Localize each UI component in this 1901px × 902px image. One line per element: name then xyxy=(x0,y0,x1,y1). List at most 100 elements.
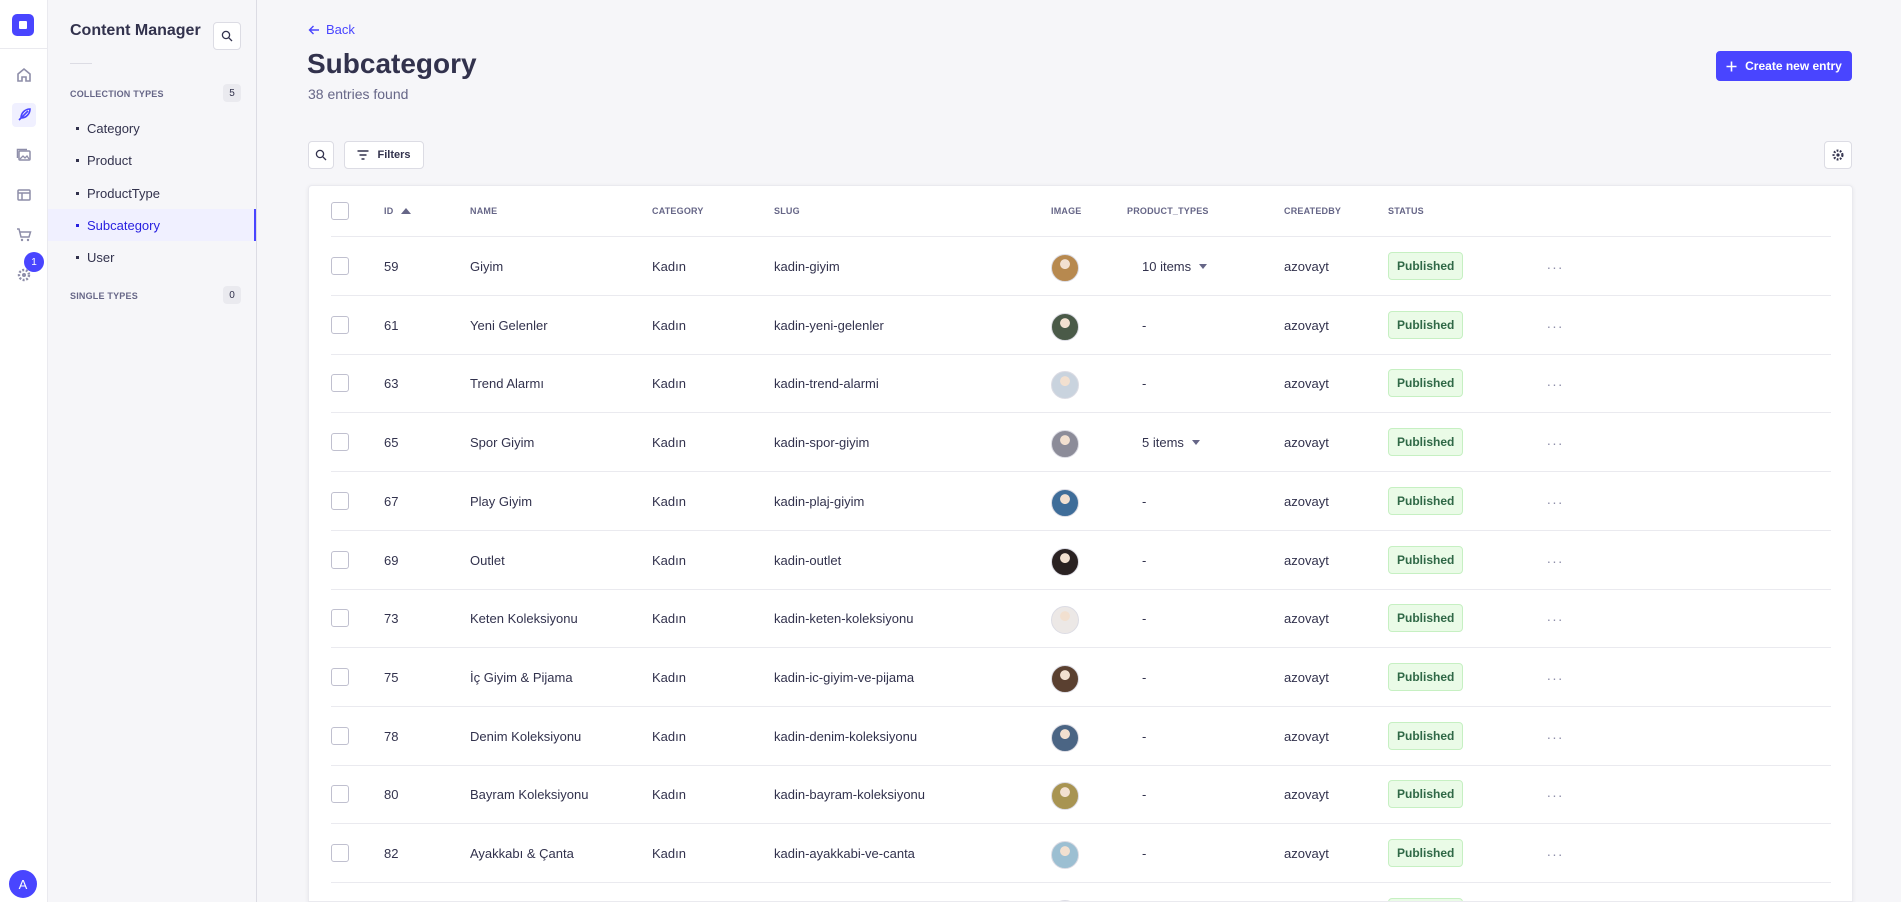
bullet-icon xyxy=(76,223,79,227)
cell-createdby: azovayt xyxy=(1284,845,1329,861)
product-types-dropdown[interactable]: 10 items xyxy=(1142,237,1208,295)
single-types-heading: SINGLE TYPES xyxy=(70,291,138,301)
sidebar-search-button[interactable] xyxy=(213,22,241,50)
column-header-category[interactable]: CATEGORY xyxy=(652,206,704,216)
status-badge: Published xyxy=(1388,311,1464,339)
row-more-actions-button[interactable]: ··· xyxy=(1543,490,1567,514)
table-row[interactable]: 78 Denim Koleksiyonu Kadın kadin-denim-kole… xyxy=(331,707,1831,766)
back-link[interactable]: Back xyxy=(308,22,355,37)
cell-slug: kadin-denim-koleksiyonu xyxy=(774,728,918,744)
column-label: ID xyxy=(384,206,394,216)
home-icon[interactable] xyxy=(12,63,36,87)
row-more-actions-button[interactable]: ··· xyxy=(1543,666,1567,690)
table-row[interactable]: Published xyxy=(331,883,1831,901)
table-row[interactable]: 63 Trend Alarmı Kadın kadin-trend-alarmi - az… xyxy=(331,354,1831,413)
sidebar-item-producttype[interactable]: ProductType xyxy=(48,177,256,209)
user-avatar[interactable]: A xyxy=(9,870,37,898)
sidebar-divider xyxy=(70,63,92,64)
row-more-actions-button[interactable]: ··· xyxy=(1543,372,1567,396)
cell-createdby: azovayt xyxy=(1284,669,1329,685)
column-header-id[interactable]: ID xyxy=(384,206,412,216)
column-header-createdby[interactable]: CREATEDBY xyxy=(1284,206,1341,216)
table-row[interactable]: 80 Bayram Koleksiyonu Kadın kadin-bayram-ko… xyxy=(331,765,1831,824)
status-badge: Published xyxy=(1388,839,1464,867)
cell-product-types: - xyxy=(1142,493,1147,509)
row-more-actions-button[interactable]: ··· xyxy=(1543,607,1567,631)
row-checkbox[interactable] xyxy=(331,785,349,803)
row-more-actions-button[interactable]: ··· xyxy=(1543,431,1567,455)
create-new-entry-button[interactable]: Create new entry xyxy=(1716,51,1852,81)
row-checkbox[interactable] xyxy=(331,668,349,686)
column-label: CREATEDBY xyxy=(1284,206,1342,216)
sidebar-item-subcategory[interactable]: Subcategory xyxy=(48,209,256,241)
column-label: IMAGE xyxy=(1051,206,1082,216)
cell-id: 75 xyxy=(384,669,399,685)
sidebar-item-product[interactable]: Product xyxy=(48,144,256,176)
cell-name: Bayram Koleksiyonu xyxy=(470,786,589,802)
row-more-actions-button[interactable]: ··· xyxy=(1543,314,1567,338)
content-type-builder-icon[interactable] xyxy=(12,183,36,207)
row-more-actions-button[interactable]: ··· xyxy=(1543,783,1567,807)
column-header-product-types: PRODUCT_TYPES xyxy=(1127,206,1209,216)
cell-category: Kadın xyxy=(652,493,686,509)
sidebar-item-user[interactable]: User xyxy=(48,241,256,273)
search-icon xyxy=(221,30,233,42)
cell-name: İç Giyim & Pijama xyxy=(470,669,573,685)
table-row[interactable]: 65 Spor Giyim Kadın kadin-spor-giyim 5 items… xyxy=(331,413,1831,472)
table-row[interactable]: 61 Yeni Gelenler Kadın kadin-yeni-gelenler -… xyxy=(331,296,1831,355)
table-row[interactable]: 75 İç Giyim & Pijama Kadın kadin-ic-giyim-v… xyxy=(331,648,1831,707)
cell-id: 82 xyxy=(384,845,399,861)
cell-id: 69 xyxy=(384,552,399,568)
cell-createdby: azovayt xyxy=(1284,786,1329,802)
row-checkbox[interactable] xyxy=(331,609,349,627)
filters-button[interactable]: Filters xyxy=(344,141,424,169)
cell-name: Play Giyim xyxy=(470,493,533,509)
row-more-actions-button[interactable]: ··· xyxy=(1543,842,1567,866)
row-checkbox[interactable] xyxy=(331,551,349,569)
row-image-thumbnail xyxy=(1051,606,1079,634)
table-search-button[interactable] xyxy=(308,141,334,169)
cell-category: Kadın xyxy=(652,552,686,568)
row-more-actions-button[interactable]: ··· xyxy=(1543,549,1567,573)
table-settings-button[interactable] xyxy=(1824,141,1852,169)
content-manager-feather-icon[interactable] xyxy=(12,103,36,127)
row-checkbox[interactable] xyxy=(331,433,349,451)
row-more-actions-button[interactable]: ··· xyxy=(1543,725,1567,749)
status-badge: Published xyxy=(1388,487,1464,515)
cell-id: 73 xyxy=(384,610,399,626)
column-header-name[interactable]: NAME xyxy=(470,206,497,216)
cell-slug: kadin-yeni-gelenler xyxy=(774,317,884,333)
cell-createdby: azovayt xyxy=(1284,728,1329,744)
table-row[interactable]: 59 Giyim Kadın kadin-giyim 10 items azovayt Pu… xyxy=(331,237,1831,296)
cell-category: Kadın xyxy=(652,728,686,744)
row-more-actions-button[interactable]: ··· xyxy=(1543,255,1567,279)
sidebar-item-label: Product xyxy=(87,152,132,168)
table-row[interactable]: 69 Outlet Kadın kadin-outlet - azovayt Publish… xyxy=(331,531,1831,590)
table-row[interactable]: 82 Ayakkabı & Çanta Kadın kadin-ayakkabi-ve… xyxy=(331,824,1831,883)
table-row[interactable]: 67 Play Giyim Kadın kadin-plaj-giyim - azovay… xyxy=(331,472,1831,531)
status-badge: Published xyxy=(1388,604,1464,632)
table-row[interactable]: 73 Keten Koleksiyonu Kadın kadin-keten-kole… xyxy=(331,589,1831,648)
cell-slug: kadin-plaj-giyim xyxy=(774,493,865,509)
marketplace-cart-icon[interactable] xyxy=(12,223,36,247)
row-checkbox[interactable] xyxy=(331,492,349,510)
row-checkbox[interactable] xyxy=(331,727,349,745)
entries-table: ID NAME CATEGORY SLUG IMAGE PRODUCT_TYPE… xyxy=(308,185,1853,902)
strapi-logo-icon[interactable] xyxy=(12,14,34,36)
row-checkbox[interactable] xyxy=(331,844,349,862)
row-checkbox[interactable] xyxy=(331,257,349,275)
content-manager-sidebar: Content Manager COLLECTION TYPES 5 Categ… xyxy=(48,0,257,902)
product-types-dropdown[interactable]: 5 items xyxy=(1142,413,1200,471)
cell-name: Ayakkabı & Çanta xyxy=(470,845,574,861)
row-image-thumbnail xyxy=(1051,371,1079,399)
cell-product-types: - xyxy=(1142,669,1147,685)
back-label: Back xyxy=(326,22,355,37)
column-header-slug[interactable]: SLUG xyxy=(774,206,800,216)
row-checkbox[interactable] xyxy=(331,374,349,392)
select-all-checkbox[interactable] xyxy=(331,202,349,220)
row-image-thumbnail xyxy=(1051,313,1079,341)
row-checkbox[interactable] xyxy=(331,316,349,334)
sidebar-item-category[interactable]: Category xyxy=(48,112,256,144)
media-library-icon[interactable] xyxy=(12,143,36,167)
status-badge: Published xyxy=(1388,663,1464,691)
